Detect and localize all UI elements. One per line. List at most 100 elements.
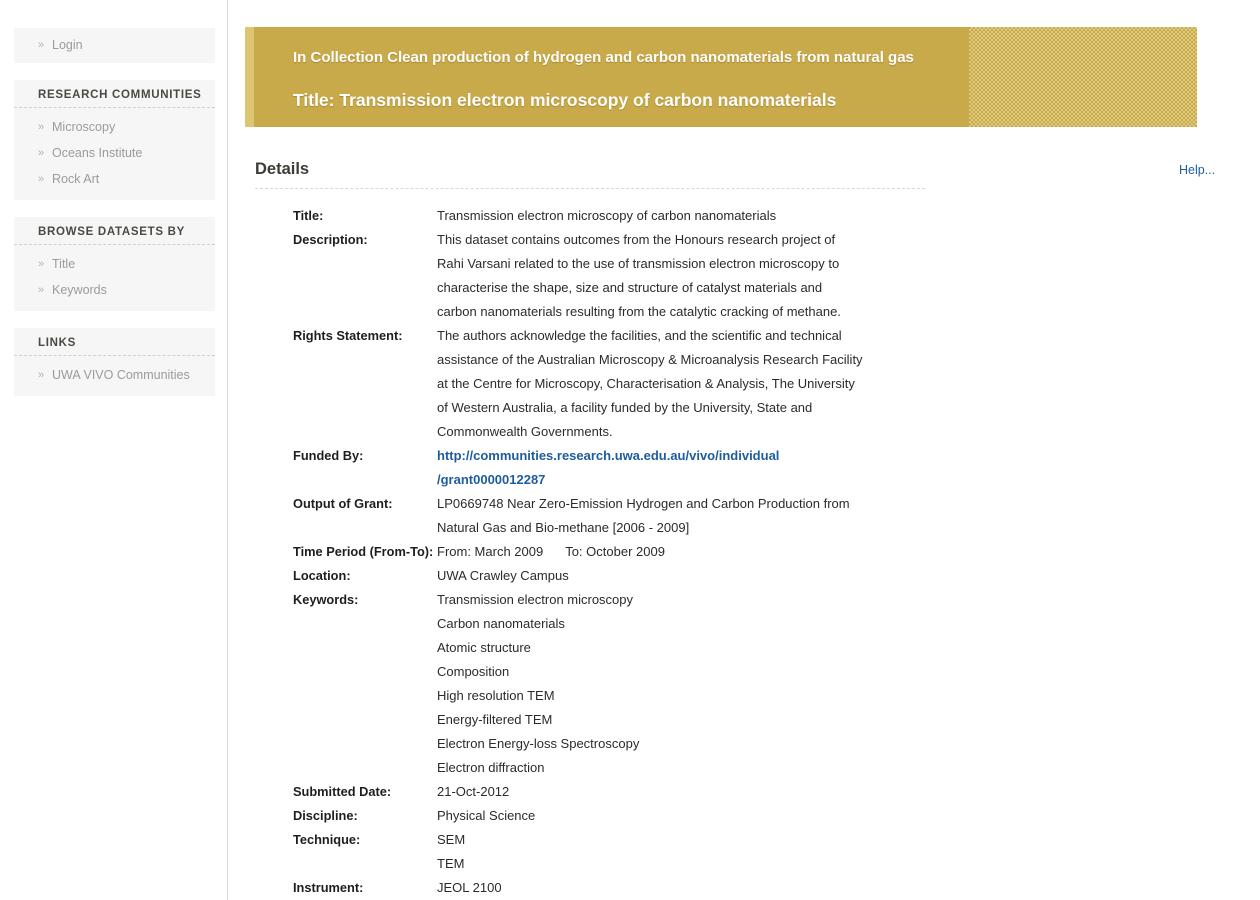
- detail-row: Funded By: http://communities.research.uw…: [255, 444, 1235, 492]
- sidebar-list-links: » UWA VIVO Communities: [14, 356, 215, 396]
- sidebar: » Login RESEARCH COMMUNITIES » Microscop…: [0, 0, 228, 900]
- sidebar-item-keywords[interactable]: » Keywords: [14, 277, 215, 303]
- detail-row: Output of Grant: LP0669748 Near Zero-Emis…: [255, 492, 1235, 540]
- detail-label-description: Description:: [293, 232, 368, 247]
- details-table: Title: Transmission electron microscopy o…: [255, 204, 1235, 900]
- double-chevron-right-icon: »: [38, 284, 45, 296]
- detail-value-line: UWA Crawley Campus: [437, 568, 569, 583]
- detail-value-rights-statement: The authors acknowledge the facilities, …: [437, 324, 863, 444]
- detail-value-line: LP0669748 Near Zero-Emission Hydrogen an…: [437, 496, 850, 511]
- detail-value-line: Transmission electron microscopy: [437, 592, 634, 607]
- detail-value-line: Carbon nanomaterials: [437, 616, 565, 631]
- detail-value-line: Commonwealth Governments.: [437, 424, 613, 439]
- detail-value-title: Transmission electron microscopy of carb…: [437, 204, 776, 228]
- banner-title-line: Title: Transmission electron microscopy …: [293, 90, 837, 110]
- sidebar-heading-research-communities: RESEARCH COMMUNITIES: [14, 80, 215, 108]
- double-chevron-right-icon: »: [38, 39, 45, 51]
- detail-value-line: carbon nanomaterials resulting from the …: [437, 304, 841, 319]
- sidebar-section-links: LINKS » UWA VIVO Communities: [14, 328, 215, 396]
- detail-value-instrument: JEOL 2100: [437, 876, 502, 900]
- detail-value-line: assistance of the Australian Microscopy …: [437, 352, 863, 367]
- detail-label-instrument: Instrument:: [293, 880, 364, 895]
- detail-label-funded-by: Funded By:: [293, 448, 364, 463]
- page-root: » Login RESEARCH COMMUNITIES » Microscop…: [0, 0, 1260, 900]
- sidebar-item-login[interactable]: » Login: [14, 32, 215, 58]
- detail-value-time-period-from-to: From: March 2009 To: October 2009: [437, 540, 665, 564]
- detail-row: Title: Transmission electron microscopy o…: [255, 204, 1235, 228]
- sidebar-heading-browse-datasets-by: BROWSE DATASETS BY: [14, 217, 215, 245]
- sidebar-item-label: UWA VIVO Communities: [52, 368, 190, 382]
- sidebar-item-label: Title: [52, 257, 76, 271]
- detail-value-line: Transmission electron microscopy of carb…: [437, 208, 777, 223]
- detail-label-location: Location:: [293, 568, 351, 583]
- detail-value-line: SEM: [437, 832, 466, 847]
- detail-value-technique: SEM TEM: [437, 828, 465, 876]
- detail-label-technique: Technique:: [293, 832, 361, 847]
- sidebar-item-label: Microscopy: [52, 120, 116, 134]
- detail-value-link-line[interactable]: /grant0000012287: [437, 468, 779, 492]
- detail-row: Keywords: Transmission electron microscop…: [255, 588, 1235, 780]
- detail-row: Instrument: JEOL 2100: [255, 876, 1235, 900]
- detail-value-line: Natural Gas and Bio-methane [2006 - 2009…: [437, 520, 690, 535]
- sidebar-item-label: Keywords: [52, 283, 107, 297]
- details-divider: [255, 188, 925, 189]
- detail-value-line: TEM: [437, 856, 465, 871]
- detail-value-line: This dataset contains outcomes from the …: [437, 232, 836, 247]
- double-chevron-right-icon: »: [38, 173, 45, 185]
- detail-value-line: Energy-filtered TEM: [437, 712, 553, 727]
- double-chevron-right-icon: »: [38, 121, 45, 133]
- detail-row: Technique: SEM TEM: [255, 828, 1235, 876]
- detail-row: Discipline: Physical Science: [255, 804, 1235, 828]
- detail-value-location: UWA Crawley Campus: [437, 564, 569, 588]
- sidebar-item-label: Oceans Institute: [52, 146, 143, 160]
- double-chevron-right-icon: »: [38, 147, 45, 159]
- detail-value-line: JEOL 2100: [437, 880, 502, 895]
- detail-label-time-period-from-to: Time Period (From-To):: [293, 544, 434, 559]
- detail-label-keywords: Keywords:: [293, 592, 359, 607]
- detail-value-line: Electron diffraction: [437, 760, 545, 775]
- main-content: In Collection Clean production of hydrog…: [228, 0, 1260, 900]
- sidebar-item-title[interactable]: » Title: [14, 251, 215, 277]
- detail-value-line: at the Centre for Microscopy, Characteri…: [437, 376, 855, 391]
- sidebar-item-label: Rock Art: [52, 172, 100, 186]
- detail-row: Time Period (From-To): From: March 2009 To…: [255, 540, 1235, 564]
- sidebar-section-browse-datasets-by: BROWSE DATASETS BY » Title » Keywords: [14, 217, 215, 311]
- detail-value-line: characterise the shape, size and structu…: [437, 280, 823, 295]
- sidebar-item-rock-art[interactable]: » Rock Art: [14, 166, 215, 192]
- detail-label-rights-statement: Rights Statement:: [293, 328, 403, 343]
- detail-row: Rights Statement: The authors acknowledge…: [255, 324, 1235, 444]
- sidebar-login-panel: » Login: [14, 28, 215, 63]
- help-link[interactable]: Help...: [1179, 163, 1215, 177]
- sidebar-item-uwa-vivo-communities[interactable]: » UWA VIVO Communities: [14, 362, 215, 388]
- detail-value-link-line[interactable]: http://communities.research.uwa.edu.au/v…: [437, 444, 779, 468]
- time-period-from: From: March 2009: [437, 544, 544, 559]
- sidebar-item-label: Login: [52, 38, 83, 52]
- detail-value-funded-by[interactable]: http://communities.research.uwa.edu.au/v…: [437, 444, 779, 492]
- sidebar-list-browse-datasets-by: » Title » Keywords: [14, 245, 215, 311]
- detail-value-line: of Western Australia, a facility funded …: [437, 400, 813, 415]
- detail-value-line: Electron Energy-loss Spectroscopy: [437, 736, 640, 751]
- detail-label-title: Title:: [293, 208, 324, 223]
- banner-collection-line: In Collection Clean production of hydrog…: [293, 49, 914, 66]
- page-title: Details: [255, 160, 310, 178]
- detail-row: Description: This dataset contains outcom…: [255, 228, 1235, 324]
- detail-value-output-of-grant: LP0669748 Near Zero-Emission Hydrogen an…: [437, 492, 850, 540]
- double-chevron-right-icon: »: [38, 369, 45, 381]
- detail-value-line: The authors acknowledge the facilities, …: [437, 328, 842, 343]
- banner-text-block: In Collection Clean production of hydrog…: [245, 27, 1197, 127]
- detail-value-line: Rahi Varsani related to the use of trans…: [437, 256, 840, 271]
- detail-value-line: Atomic structure: [437, 640, 531, 655]
- sidebar-heading-links: LINKS: [14, 328, 215, 356]
- detail-value-description: This dataset contains outcomes from the …: [437, 228, 841, 324]
- time-period-to: To: October 2009: [565, 544, 665, 559]
- detail-value-line: 21-Oct-2012: [437, 784, 510, 799]
- detail-row: Location: UWA Crawley Campus: [255, 564, 1235, 588]
- detail-value-discipline: Physical Science: [437, 804, 535, 828]
- detail-value-line: High resolution TEM: [437, 688, 555, 703]
- sidebar-list-research-communities: » Microscopy » Oceans Institute » Rock A…: [14, 108, 215, 200]
- sidebar-item-oceans-institute[interactable]: » Oceans Institute: [14, 140, 215, 166]
- sidebar-item-microscopy[interactable]: » Microscopy: [14, 114, 215, 140]
